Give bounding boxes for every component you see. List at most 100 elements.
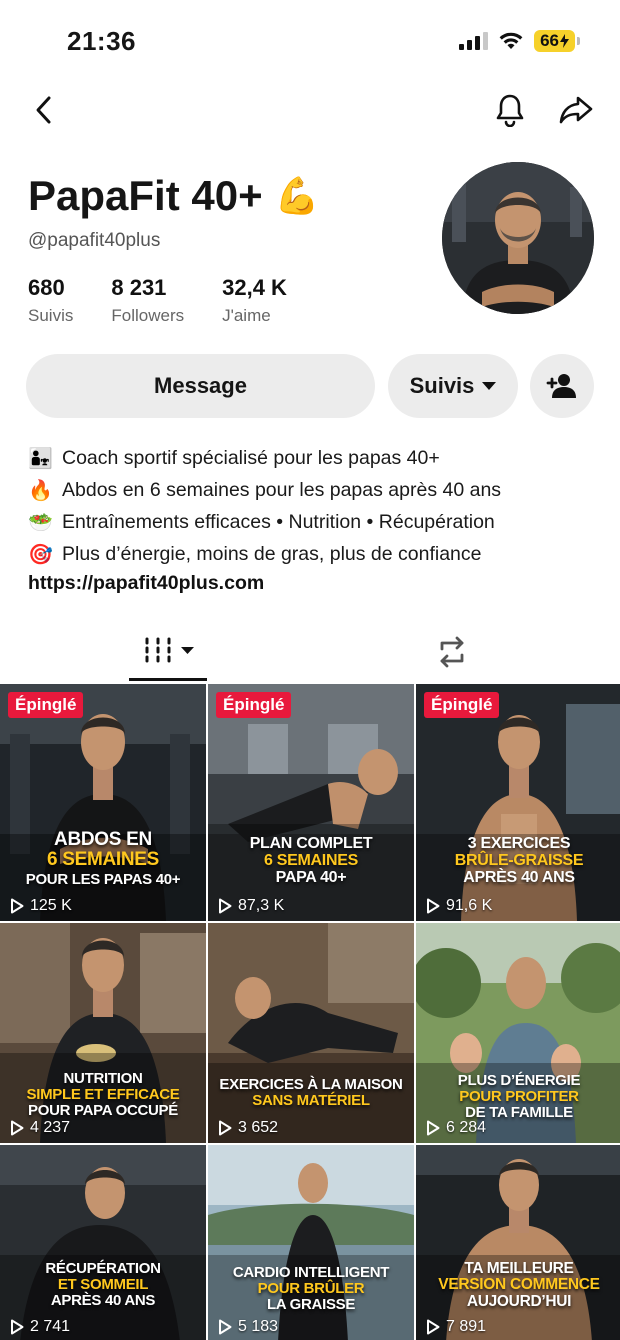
grid-icon (145, 637, 170, 663)
caption-line: PLUS D’ÉNERGIE (457, 1072, 581, 1089)
video-thumbnail (0, 1145, 206, 1340)
charging-bolt-icon (560, 34, 569, 48)
bio-line: 🔥 Abdos en 6 semaines pour les papas aprè… (28, 474, 598, 506)
profile-name: PapaFit 40+ 💪 (28, 172, 319, 220)
play-icon (427, 898, 440, 914)
stat-following[interactable]: 680 Suivis (28, 275, 73, 326)
bio-text: Abdos en 6 semaines pour les papas après… (62, 478, 502, 501)
share-button[interactable] (554, 88, 598, 132)
video-tile[interactable]: PLUS D’ÉNERGIE POUR PROFITER DE TA FAMIL… (416, 923, 620, 1143)
stat-label: Suivis (28, 306, 74, 325)
chevron-left-icon (36, 96, 51, 124)
view-count-value: 6 284 (446, 1119, 487, 1136)
pinned-badge: Épinglé (8, 692, 84, 718)
stat-value: 32,4 K (222, 275, 287, 300)
bio-link[interactable]: https://papafit40plus.com (28, 572, 598, 595)
video-tile[interactable]: Épinglé ABDOS EN 6 SEMAINES POUR LES PAP… (0, 684, 206, 921)
caption-line: PLAN COMPLET (249, 835, 373, 852)
view-count: 2 741 (10, 1318, 70, 1336)
bio-text: Plus d’énergie, moins de gras, plus de c… (62, 542, 482, 565)
tab-videos[interactable] (128, 622, 208, 678)
view-count: 125 K (10, 897, 72, 915)
status-time: 21:36 (67, 26, 136, 56)
caption-line: LA GRAISSE (266, 1295, 356, 1313)
play-icon (427, 1120, 440, 1136)
view-count: 7 891 (426, 1318, 486, 1336)
active-tab-indicator (129, 678, 207, 681)
stat-value: 8 231 (111, 275, 167, 300)
view-count-value: 125 K (30, 897, 72, 914)
profile-bio: 👨‍👧 Coach sportif spécialisé pour les pap… (28, 442, 598, 595)
caption-line: 6 SEMAINES (46, 848, 160, 870)
bio-text: Coach sportif spécialisé pour les papas … (62, 446, 440, 469)
caption-line: RÉCUPÉRATION (45, 1260, 161, 1277)
caption-line: EXERCICES À LA MAISON (219, 1076, 403, 1093)
following-dropdown-button[interactable]: Suivis (388, 354, 518, 418)
avatar[interactable] (442, 162, 594, 314)
profile-stats: 680 Suivis 8 231 Followers 32,4 K J'aime (28, 275, 325, 326)
video-tile[interactable]: RÉCUPÉRATION ET SOMMEIL APRÈS 40 ANS 2 7… (0, 1145, 206, 1340)
video-caption: PLUS D’ÉNERGIE POUR PROFITER DE TA FAMIL… (416, 1073, 620, 1120)
display-name: PapaFit 40+ (28, 172, 263, 219)
view-count-value: 91,6 K (446, 897, 493, 914)
profile-handle: @papafit40plus (28, 230, 161, 251)
view-count-value: 7 891 (446, 1318, 487, 1335)
add-friend-button[interactable] (530, 354, 594, 418)
caption-line: APRÈS 40 ANS (50, 1291, 156, 1309)
pinned-badge: Épinglé (424, 692, 500, 718)
stat-likes[interactable]: 32,4 K J'aime (222, 275, 287, 326)
video-tile[interactable]: Épinglé 3 EXERCICES BRÛLE-GRAISSE APRÈS … (416, 684, 620, 921)
video-caption: 3 EXERCICES BRÛLE-GRAISSE APRÈS 40 ANS (416, 835, 620, 886)
tab-reposts[interactable] (426, 628, 478, 676)
bio-line: 🎯 Plus d’énergie, moins de gras, plus de … (28, 538, 598, 570)
view-count-value: 87,3 K (238, 897, 285, 914)
stat-value: 680 (28, 275, 65, 300)
caption-line: SANS MATÉRIEL (252, 1091, 370, 1109)
notifications-button[interactable] (488, 88, 532, 132)
video-caption: EXERCICES À LA MAISON SANS MATÉRIEL (208, 1077, 414, 1109)
caption-line: BRÛLE-GRAISSE (454, 851, 584, 869)
video-caption: ABDOS EN 6 SEMAINES POUR LES PAPAS 40+ (0, 830, 206, 888)
bio-text: Entraînements efficaces • Nutrition • Ré… (62, 510, 495, 533)
caption-line: APRÈS 40 ANS (463, 868, 575, 886)
view-count: 5 183 (218, 1318, 278, 1336)
status-bar: 21:36 66 (0, 0, 620, 80)
share-arrow-icon (559, 96, 593, 124)
caret-down-icon (482, 382, 497, 390)
battery-level: 66 (540, 31, 559, 50)
caption-line: AUJOURD’HUI (466, 1292, 572, 1310)
content-tabs (0, 622, 620, 682)
bio-emoji: 🥗 (28, 511, 53, 534)
caption-line: DE TA FAMILLE (465, 1103, 573, 1121)
back-button[interactable] (22, 88, 66, 132)
add-user-icon (546, 374, 576, 398)
view-count: 4 237 (10, 1119, 70, 1137)
stat-label: Followers (111, 306, 185, 325)
video-tile[interactable]: Épinglé PLAN COMPLET 6 SEMAINES PAPA 40+… (208, 684, 414, 921)
view-count-value: 4 237 (30, 1119, 71, 1136)
caption-line: NUTRITION (63, 1070, 143, 1087)
play-icon (11, 898, 24, 914)
video-tile[interactable]: EXERCICES À LA MAISON SANS MATÉRIEL 3 65… (208, 923, 414, 1143)
play-icon (219, 1120, 232, 1136)
stat-followers[interactable]: 8 231 Followers (111, 275, 184, 326)
caption-line: POUR LES PAPAS 40+ (25, 870, 181, 888)
caption-line: PAPA 40+ (275, 868, 347, 886)
video-caption: TA MEILLEURE VERSION COMMENCE AUJOURD’HU… (416, 1260, 620, 1310)
view-count: 91,6 K (426, 897, 492, 915)
video-tile[interactable]: NUTRITION SIMPLE ET EFFICACE POUR PAPA O… (0, 923, 206, 1143)
message-button[interactable]: Message (26, 354, 375, 418)
stat-label: J'aime (222, 306, 271, 325)
bio-line: 👨‍👧 Coach sportif spécialisé pour les pap… (28, 442, 598, 474)
caption-line: ET SOMMEIL (57, 1275, 149, 1293)
caption-line: 3 EXERCICES (467, 835, 571, 852)
pinned-badge: Épinglé (216, 692, 292, 718)
view-count: 3 652 (218, 1119, 278, 1137)
bell-icon (496, 94, 524, 127)
caption-line: TA MEILLEURE (464, 1260, 574, 1277)
status-icons: 66 (459, 30, 580, 52)
caption-line: POUR PROFITER (459, 1087, 579, 1105)
video-tile[interactable]: CARDIO INTELLIGENT POUR BRÛLER LA GRAISS… (208, 1145, 414, 1340)
video-thumbnail (416, 1145, 620, 1340)
video-tile[interactable]: TA MEILLEURE VERSION COMMENCE AUJOURD’HU… (416, 1145, 620, 1340)
